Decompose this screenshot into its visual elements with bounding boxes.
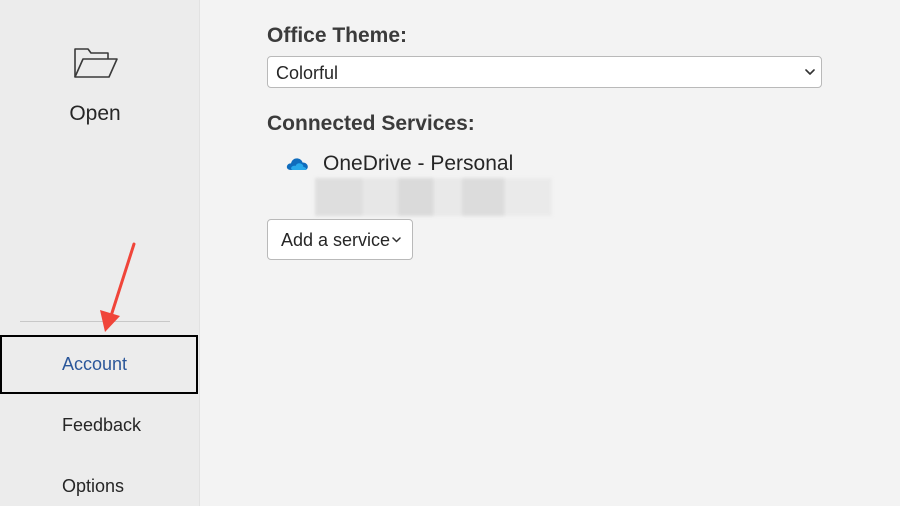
backstage-nav: Open Account Feedback Options [0, 0, 200, 506]
add-service-button[interactable]: Add a service [267, 219, 413, 260]
nav-divider [20, 321, 170, 322]
add-service-label: Add a service [281, 230, 391, 250]
chevron-down-icon [392, 237, 401, 243]
service-name: OneDrive - Personal [323, 152, 514, 175]
redacted-account-email [315, 178, 552, 216]
connected-services-heading: Connected Services: [267, 112, 475, 135]
backstage-view: Open Account Feedback Options Office The… [0, 0, 900, 506]
account-panel: Office Theme: Colorful Connected Service… [200, 0, 900, 506]
office-theme-heading: Office Theme: [267, 24, 408, 47]
folder-open-icon [74, 48, 118, 78]
nav-open[interactable]: Open [0, 30, 200, 140]
office-theme-value: Colorful [276, 63, 339, 83]
nav-item-feedback[interactable]: Feedback [0, 396, 198, 454]
service-item-onedrive: OneDrive - Personal [285, 150, 685, 180]
chevron-down-icon [805, 69, 815, 75]
office-theme-dropdown[interactable]: Colorful [267, 56, 822, 88]
nav-item-options[interactable]: Options [0, 457, 198, 506]
nav-item-account[interactable]: Account [0, 335, 198, 394]
nav-open-label: Open [69, 102, 121, 125]
onedrive-cloud-icon [286, 158, 308, 170]
